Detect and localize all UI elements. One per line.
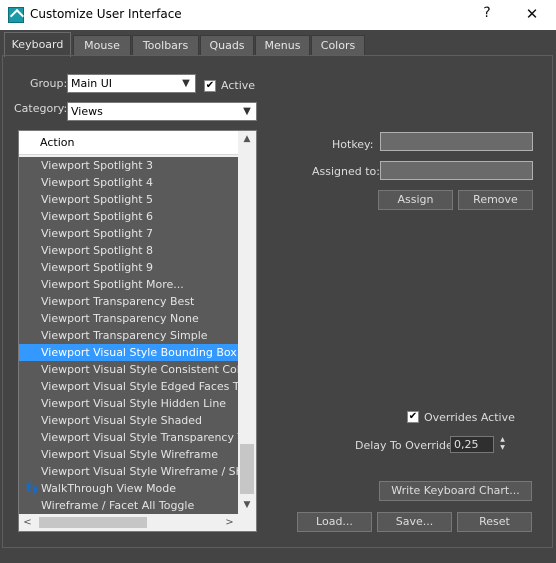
list-item[interactable]: Viewport Transparency Simple	[19, 327, 238, 344]
hotkey-field[interactable]	[380, 132, 533, 151]
list-item[interactable]: Viewport Spotlight 4	[19, 174, 238, 191]
list-item-label: Viewport Visual Style Transparency Toggl…	[41, 431, 238, 444]
action-list[interactable]: Action Viewport Spotlight 3 Viewport Spot…	[18, 130, 257, 532]
list-item[interactable]: Viewport Visual Style Wireframe	[19, 446, 238, 463]
list-item-label: Viewport Spotlight 8	[41, 244, 154, 257]
list-item-label: Viewport Spotlight More...	[41, 278, 184, 291]
list-item[interactable]: Viewport Visual Style Bounding Box	[19, 344, 238, 361]
list-item-label: Viewport Spotlight 3	[41, 159, 154, 172]
delay-value: 0,25	[454, 438, 479, 451]
list-item-label: Viewport Transparency Simple	[41, 329, 208, 342]
scroll-down-icon[interactable]: ▼	[238, 497, 256, 514]
list-item[interactable]: Viewport Transparency None	[19, 310, 238, 327]
active-checkbox[interactable]: ✔	[204, 80, 216, 92]
group-label: Group:	[30, 77, 68, 90]
active-label: Active	[221, 79, 256, 92]
list-item[interactable]: Viewport Spotlight 9	[19, 259, 238, 276]
window-title: Customize User Interface	[30, 7, 182, 21]
overrides-label: Overrides Active	[424, 411, 515, 424]
list-item[interactable]: Viewport Visual Style Hidden Line	[19, 395, 238, 412]
list-item[interactable]: Viewport Transparency Best	[19, 293, 238, 310]
vertical-scrollbar[interactable]: ▲ ▼	[238, 131, 256, 514]
list-item-label: Viewport Spotlight 6	[41, 210, 154, 223]
list-item[interactable]: Viewport Visual Style Wireframe / Shaded	[19, 463, 238, 480]
list-item[interactable]: Viewport Visual Style Consistent Colors	[19, 361, 238, 378]
list-item[interactable]: 👣 WalkThrough View Mode	[19, 480, 238, 497]
category-label: Category:	[14, 102, 68, 115]
save-button[interactable]: Save...	[377, 512, 452, 532]
list-item[interactable]: Viewport Visual Style Transparency Toggl…	[19, 429, 238, 446]
delay-label: Delay To Override:	[355, 439, 457, 452]
scroll-thumb[interactable]	[240, 444, 254, 494]
group-value: Main UI	[71, 77, 113, 90]
list-item-label: Viewport Visual Style Wireframe	[41, 448, 218, 461]
list-item-label: Viewport Visual Style Wireframe / Shaded	[41, 465, 238, 478]
category-dropdown[interactable]: Views ▼	[67, 102, 257, 121]
scroll-left-icon[interactable]: <	[19, 514, 36, 531]
title-bar: Customize User Interface ? ✕	[0, 0, 556, 30]
action-list-body: Viewport Spotlight 3 Viewport Spotlight 4…	[19, 157, 238, 514]
list-item[interactable]: Viewport Visual Style Edged Faces Toggle	[19, 378, 238, 395]
tab-keyboard[interactable]: Keyboard	[4, 32, 71, 57]
horizontal-scrollbar[interactable]: < >	[19, 514, 238, 531]
tab-strip: Keyboard Mouse Toolbars Quads Menus Colo…	[0, 30, 556, 57]
list-item[interactable]: Viewport Spotlight 3	[19, 157, 238, 174]
group-dropdown[interactable]: Main UI ▼	[67, 74, 196, 93]
action-column-header[interactable]: Action	[19, 131, 238, 155]
tab-colors[interactable]: Colors	[311, 35, 365, 56]
list-item-label: Viewport Spotlight 9	[41, 261, 154, 274]
scroll-corner	[238, 514, 256, 531]
list-item[interactable]: Wireframe / Facet All Toggle	[19, 497, 238, 514]
list-item[interactable]: Viewport Visual Style Shaded	[19, 412, 238, 429]
delay-spinner-arrows-icon[interactable]: ▲ ▼	[497, 436, 508, 453]
list-item[interactable]: Viewport Spotlight More...	[19, 276, 238, 293]
list-item-label: Viewport Spotlight 7	[41, 227, 154, 240]
reset-button[interactable]: Reset	[457, 512, 532, 532]
assigned-to-label: Assigned to:	[312, 165, 380, 178]
footsteps-icon: 👣	[25, 482, 39, 495]
list-item-label: Viewport Visual Style Hidden Line	[41, 397, 227, 410]
list-item-label: WalkThrough View Mode	[41, 482, 177, 495]
list-item-label: Wireframe / Facet All Toggle	[41, 499, 195, 512]
delay-input[interactable]: 0,25	[450, 436, 494, 453]
tab-menus[interactable]: Menus	[255, 35, 310, 56]
hscroll-thumb[interactable]	[39, 517, 147, 528]
tab-mouse[interactable]: Mouse	[73, 35, 131, 56]
list-item-label: Viewport Transparency None	[41, 312, 199, 325]
list-item-label: Viewport Spotlight 5	[41, 193, 154, 206]
app-icon	[8, 7, 24, 23]
write-keyboard-chart-button[interactable]: Write Keyboard Chart...	[379, 481, 532, 501]
list-item-label: Viewport Visual Style Consistent Colors	[41, 363, 238, 376]
list-item-label: Viewport Visual Style Shaded	[41, 414, 203, 427]
list-item[interactable]: Viewport Spotlight 8	[19, 242, 238, 259]
chevron-down-icon: ▼	[243, 106, 251, 117]
close-button[interactable]: ✕	[519, 5, 545, 25]
help-button[interactable]: ?	[474, 5, 500, 25]
overrides-checkbox[interactable]: ✔	[407, 411, 419, 423]
hotkey-label: Hotkey:	[332, 138, 374, 151]
scroll-up-icon[interactable]: ▲	[238, 131, 256, 148]
chevron-down-icon: ▼	[182, 78, 190, 89]
list-item-label: Viewport Visual Style Bounding Box	[41, 346, 237, 359]
tab-quads[interactable]: Quads	[200, 35, 254, 56]
load-button[interactable]: Load...	[297, 512, 372, 532]
category-value: Views	[71, 105, 103, 118]
assign-button[interactable]: Assign	[378, 190, 453, 210]
tab-toolbars[interactable]: Toolbars	[132, 35, 199, 56]
list-item[interactable]: Viewport Spotlight 6	[19, 208, 238, 225]
list-item-label: Viewport Spotlight 4	[41, 176, 154, 189]
assigned-to-field[interactable]	[380, 161, 533, 180]
list-item-label: Viewport Visual Style Edged Faces Toggle	[41, 380, 238, 393]
list-item[interactable]: Viewport Spotlight 5	[19, 191, 238, 208]
list-item[interactable]: Viewport Spotlight 7	[19, 225, 238, 242]
list-item-label: Viewport Transparency Best	[41, 295, 195, 308]
remove-button[interactable]: Remove	[458, 190, 533, 210]
scroll-right-icon[interactable]: >	[221, 514, 238, 531]
